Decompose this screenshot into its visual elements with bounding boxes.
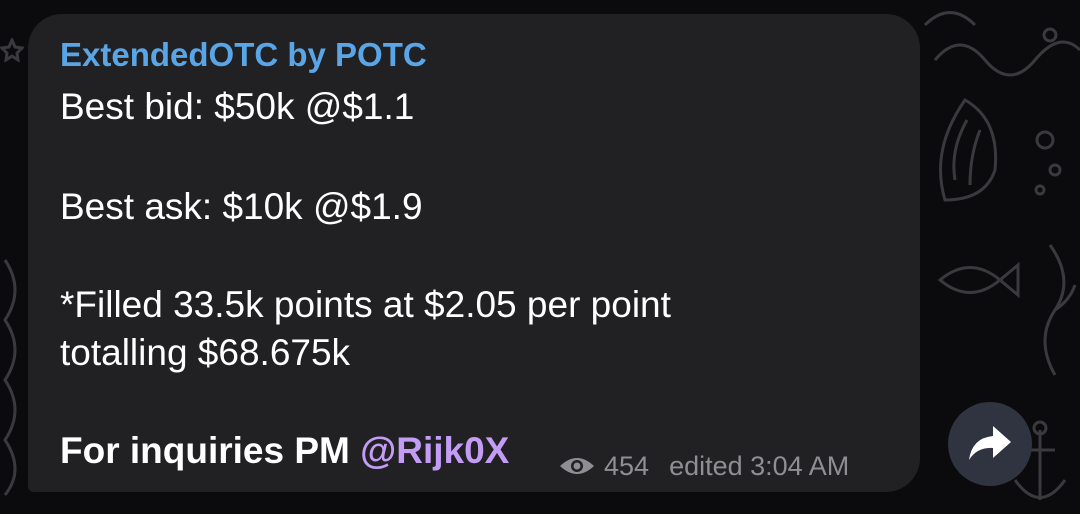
- best-bid-line: Best bid: $50k @$1.1: [60, 86, 415, 127]
- sender-name[interactable]: ExtendedOTC by POTC: [60, 36, 427, 74]
- seaweed-doodle-icon: [1043, 244, 1077, 376]
- inquiry-line: For inquiries PM @Rijk0X: [60, 430, 509, 472]
- filled-line-2: totalling $68.675k: [60, 332, 351, 373]
- share-forward-icon: [969, 426, 1011, 460]
- fish-doodle-icon: [937, 261, 1020, 299]
- view-count: 454: [604, 450, 650, 481]
- best-ask-line: Best ask: $10k @$1.9: [60, 186, 423, 227]
- starfish-doodle-icon: [923, 11, 977, 27]
- filled-line-1: *Filled 33.5k points at $2.05 per point: [60, 284, 671, 325]
- wave-left-doodle-icon: [3, 259, 17, 496]
- inquiry-prefix: For inquiries PM: [60, 430, 361, 471]
- message-meta: 454 edited 3:04 AM: [558, 446, 849, 486]
- eye-icon: [560, 458, 594, 474]
- forward-button[interactable]: [948, 402, 1032, 486]
- star-doodle-icon: [0, 38, 24, 62]
- user-mention-link[interactable]: @Rijk0X: [360, 430, 509, 471]
- bubbles-doodle-icon: [1034, 130, 1062, 196]
- shell-doodle-icon: [939, 98, 998, 202]
- edited-timestamp: edited 3:04 AM: [669, 450, 850, 481]
